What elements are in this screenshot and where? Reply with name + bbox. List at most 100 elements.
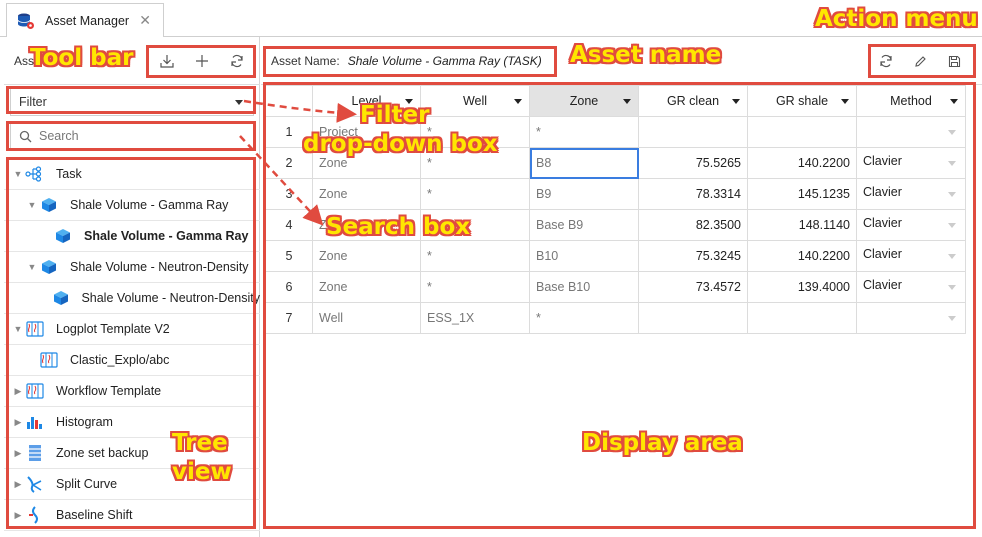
caret-down-icon[interactable] — [948, 161, 956, 166]
cell-gr-clean[interactable]: 78.3314 — [638, 178, 748, 210]
filter-dropdown[interactable]: Filter — [10, 88, 254, 116]
tree-item[interactable]: Shale Volume - Gamma Ray — [4, 221, 260, 252]
cell-method[interactable]: Clavier — [856, 240, 966, 272]
cell-gr-shale[interactable]: 140.2200 — [747, 240, 857, 272]
cell-well[interactable]: * — [420, 271, 530, 303]
table-row[interactable]: 7 Well ESS_1X * — [265, 302, 966, 334]
chevron-right-icon[interactable]: ▶ — [12, 478, 24, 490]
import-button[interactable] — [155, 49, 179, 73]
cell-zone[interactable]: * — [529, 302, 639, 334]
tree-item[interactable]: ▶ Split Curve — [4, 469, 260, 500]
caret-down-icon[interactable] — [948, 130, 956, 135]
tree-item[interactable]: ▼ Task — [4, 159, 260, 190]
cell-gr-shale[interactable]: 148.1140 — [747, 209, 857, 241]
cell-gr-clean[interactable] — [638, 302, 748, 334]
add-button[interactable] — [190, 49, 214, 73]
cell-level[interactable]: Project — [312, 116, 421, 148]
reload-button[interactable] — [874, 49, 898, 73]
cell-well[interactable]: * — [420, 147, 530, 179]
chevron-down-icon[interactable]: ▼ — [12, 168, 24, 180]
cell-method[interactable] — [856, 302, 966, 334]
chevron-down-icon[interactable]: ▼ — [26, 199, 38, 211]
column-header-well[interactable]: Well — [420, 85, 530, 117]
refresh-tree-button[interactable] — [225, 49, 249, 73]
caret-down-icon[interactable] — [623, 99, 631, 104]
save-button[interactable] — [942, 49, 966, 73]
caret-down-icon[interactable] — [948, 316, 956, 321]
caret-down-icon[interactable] — [948, 254, 956, 259]
cell-gr-shale[interactable]: 139.4000 — [747, 271, 857, 303]
caret-down-icon[interactable] — [950, 99, 958, 104]
cell-level[interactable]: Zone — [312, 209, 421, 241]
cell-zone[interactable]: B8 — [529, 147, 639, 179]
chevron-down-icon[interactable]: ▼ — [12, 323, 24, 335]
cell-zone[interactable]: B10 — [529, 240, 639, 272]
tree-item[interactable]: Shale Volume - Neutron-Density — [4, 283, 260, 314]
cell-gr-clean[interactable]: 75.5265 — [638, 147, 748, 179]
cell-method[interactable]: Clavier — [856, 178, 966, 210]
cell-well[interactable]: ESS_1X — [420, 302, 530, 334]
tree-item[interactable]: ▼ Shale Volume - Neutron-Density — [4, 252, 260, 283]
cell-gr-clean[interactable] — [638, 116, 748, 148]
row-number: 7 — [265, 302, 313, 334]
cell-zone[interactable]: Base B9 — [529, 209, 639, 241]
cell-gr-clean[interactable]: 75.3245 — [638, 240, 748, 272]
caret-down-icon[interactable] — [948, 223, 956, 228]
cell-gr-shale[interactable]: 140.2200 — [747, 147, 857, 179]
cell-level[interactable]: Zone — [312, 147, 421, 179]
chevron-right-icon[interactable]: ▶ — [12, 385, 24, 397]
cell-zone[interactable]: * — [529, 116, 639, 148]
cell-level[interactable]: Zone — [312, 271, 421, 303]
caret-down-icon[interactable] — [841, 99, 849, 104]
cell-method[interactable] — [856, 116, 966, 148]
cell-well[interactable]: * — [420, 240, 530, 272]
cell-method[interactable]: Clavier — [856, 209, 966, 241]
cell-well[interactable]: * — [420, 209, 530, 241]
tree-item[interactable]: ▶ Baseline Shift — [4, 500, 260, 531]
cell-gr-shale[interactable] — [747, 116, 857, 148]
cell-gr-clean[interactable]: 73.4572 — [638, 271, 748, 303]
cell-gr-shale[interactable]: 145.1235 — [747, 178, 857, 210]
caret-down-icon[interactable] — [948, 285, 956, 290]
caret-down-icon[interactable] — [405, 99, 413, 104]
tree-item[interactable]: ▶ Zone set backup — [4, 438, 260, 469]
column-header-gr-shale[interactable]: GR shale — [747, 85, 857, 117]
tree-item[interactable]: ▶ Histogram — [4, 407, 260, 438]
cell-well[interactable]: * — [420, 178, 530, 210]
column-header-zone[interactable]: Zone — [529, 85, 639, 117]
cell-gr-clean[interactable]: 82.3500 — [638, 209, 748, 241]
tree-item[interactable]: Clastic_Explo/abc — [4, 345, 260, 376]
chevron-right-icon[interactable]: ▶ — [12, 447, 24, 459]
cell-level[interactable]: Well — [312, 302, 421, 334]
chevron-down-icon[interactable]: ▼ — [26, 261, 38, 273]
table-row[interactable]: 2 Zone * B8 75.5265 140.2200 Clavier — [265, 147, 966, 179]
caret-down-icon[interactable] — [732, 99, 740, 104]
close-icon[interactable]: ✕ — [139, 13, 151, 27]
column-header-level[interactable]: Level — [312, 85, 421, 117]
cell-zone[interactable]: Base B10 — [529, 271, 639, 303]
table-row[interactable]: 6 Zone * Base B10 73.4572 139.4000 Clavier — [265, 271, 966, 303]
edit-button[interactable] — [908, 49, 932, 73]
table-row[interactable]: 5 Zone * B10 75.3245 140.2200 Clavier — [265, 240, 966, 272]
tree-item[interactable]: ▶ Workflow Template — [4, 376, 260, 407]
caret-down-icon[interactable] — [514, 99, 522, 104]
tree-item[interactable]: ▼ Logplot Template V2 — [4, 314, 260, 345]
cell-zone[interactable]: B9 — [529, 178, 639, 210]
tree-item[interactable]: ▼ Shale Volume - Gamma Ray — [4, 190, 260, 221]
cell-gr-shale[interactable] — [747, 302, 857, 334]
cell-method[interactable]: Clavier — [856, 271, 966, 303]
caret-down-icon[interactable] — [948, 192, 956, 197]
chevron-right-icon[interactable]: ▶ — [12, 416, 24, 428]
search-input[interactable]: Search — [10, 122, 254, 150]
cell-method[interactable]: Clavier — [856, 147, 966, 179]
tab-asset-manager[interactable]: Asset Manager ✕ — [6, 3, 164, 38]
cell-level[interactable]: Zone — [312, 178, 421, 210]
table-row[interactable]: 4 Zone * Base B9 82.3500 148.1140 Clavier — [265, 209, 966, 241]
chevron-right-icon[interactable]: ▶ — [12, 509, 24, 521]
table-row[interactable]: 1 Project * * — [265, 116, 966, 148]
column-header-gr-clean[interactable]: GR clean — [638, 85, 748, 117]
table-row[interactable]: 3 Zone * B9 78.3314 145.1235 Clavier — [265, 178, 966, 210]
column-header-method[interactable]: Method — [856, 85, 966, 117]
cell-level[interactable]: Zone — [312, 240, 421, 272]
cell-well[interactable]: * — [420, 116, 530, 148]
